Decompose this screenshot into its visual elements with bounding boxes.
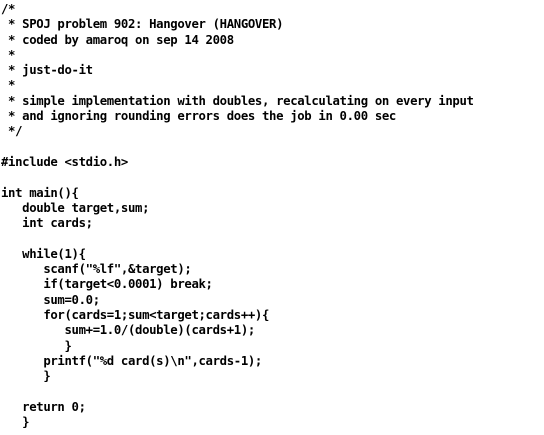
code-listing: /* * SPOJ problem 902: Hangover (HANGOVE… (0, 0, 544, 430)
code-line-6: * (1, 78, 16, 93)
code-line-23: } (1, 338, 72, 353)
code-line-8: * and ignoring rounding errors does the … (1, 109, 396, 124)
code-line-11: #include <stdio.h> (1, 154, 128, 169)
code-line-14: double target,sum; (1, 200, 150, 215)
code-line-27: return 0; (1, 399, 86, 414)
code-line-24: printf("%d card(s)\n",cards-1); (1, 353, 262, 368)
code-line-3: * coded by amaroq on sep 14 2008 (1, 32, 234, 47)
code-line-19: if(target<0.0001) break; (1, 277, 213, 292)
code-view: /* * SPOJ problem 902: Hangover (HANGOVE… (0, 0, 544, 435)
code-line-7: * simple implementation with doubles, re… (1, 93, 474, 108)
code-line-2: * SPOJ problem 902: Hangover (HANGOVER) (1, 17, 284, 32)
code-line-15: int cards; (1, 216, 93, 231)
code-line-17: while(1){ (1, 246, 86, 261)
code-line-4: * (1, 47, 16, 62)
code-line-18: scanf("%lf",&target); (1, 262, 192, 277)
code-line-9: */ (1, 124, 23, 139)
code-line-22: sum+=1.0/(double)(cards+1); (1, 323, 255, 338)
code-line-21: for(cards=1;sum<target;cards++){ (1, 307, 270, 322)
code-line-13: int main(){ (1, 185, 79, 200)
code-line-25: } (1, 369, 51, 384)
code-line-1: /* (1, 2, 16, 16)
code-line-5: * just-do-it (1, 63, 93, 78)
code-line-28: } (1, 415, 30, 430)
code-line-20: sum=0.0; (1, 292, 100, 307)
